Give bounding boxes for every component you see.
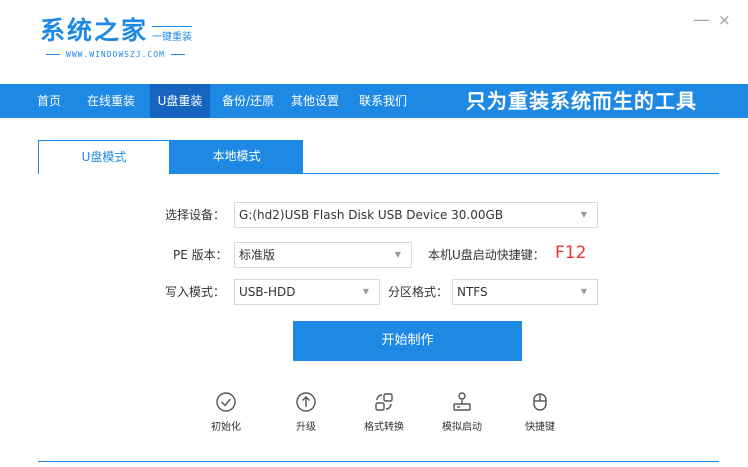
nav-bar: 首页 在线重装 U盘重装 备份/还原 其他设置 联系我们 只为重装系统而生的工具 bbox=[0, 84, 748, 118]
chevron-down-icon: ▼ bbox=[580, 210, 587, 219]
device-select-value: G:(hd2)USB Flash Disk USB Device 30.00GB bbox=[239, 208, 504, 222]
bottom-divider bbox=[38, 461, 719, 462]
check-circle-icon bbox=[216, 392, 236, 412]
tab-local-mode[interactable]: 本地模式 bbox=[170, 140, 303, 173]
app-header: 系统之家 一键重装 WWW.WINDOWSZJ.COM — × bbox=[0, 0, 748, 84]
mouse-icon bbox=[533, 393, 547, 411]
nav-item-other-settings[interactable]: 其他设置 bbox=[288, 84, 342, 118]
initialize-label: 初始化 bbox=[211, 422, 241, 433]
pe-version-value: 标准版 bbox=[239, 248, 276, 262]
chevron-down-icon: ▼ bbox=[362, 287, 369, 296]
device-select[interactable]: G:(hd2)USB Flash Disk USB Device 30.00GB… bbox=[234, 202, 598, 228]
format-convert-label: 格式转换 bbox=[364, 422, 404, 433]
nav-item-contact[interactable]: 联系我们 bbox=[356, 84, 410, 118]
write-mode-select[interactable]: USB-HDD ▼ bbox=[234, 279, 380, 305]
logo-url: WWW.WINDOWSZJ.COM bbox=[66, 50, 165, 59]
arrow-up-circle-icon bbox=[296, 392, 316, 412]
logo: 系统之家 一键重装 WWW.WINDOWSZJ.COM bbox=[40, 16, 193, 59]
logo-subtitle: 一键重装 bbox=[152, 26, 193, 43]
format-convert-button[interactable]: 格式转换 bbox=[354, 391, 414, 433]
partition-format-label: 分区格式： bbox=[388, 285, 449, 299]
pe-version-label: PE 版本： bbox=[173, 248, 228, 262]
hotkey-label-text: 快捷键 bbox=[525, 422, 555, 433]
nav-item-backup-restore[interactable]: 备份/还原 bbox=[216, 84, 280, 118]
start-button[interactable]: 开始制作 bbox=[293, 321, 522, 361]
convert-icon bbox=[375, 393, 393, 411]
chevron-down-icon: ▼ bbox=[394, 250, 401, 259]
partition-format-value: NTFS bbox=[457, 285, 488, 299]
close-button[interactable]: × bbox=[718, 12, 731, 29]
device-label: 选择设备： bbox=[165, 208, 226, 222]
nav-item-online-reinstall[interactable]: 在线重装 bbox=[82, 84, 140, 118]
hotkey-label: 本机U盘启动快捷键： bbox=[428, 248, 545, 262]
slogan: 只为重装系统而生的工具 bbox=[466, 89, 697, 113]
simulate-boot-button[interactable]: 模拟启动 bbox=[432, 391, 492, 433]
nav-item-home[interactable]: 首页 bbox=[32, 84, 66, 118]
pe-version-select[interactable]: 标准版 ▼ bbox=[234, 242, 412, 268]
upgrade-button[interactable]: 升级 bbox=[276, 391, 336, 433]
upgrade-label: 升级 bbox=[296, 422, 316, 433]
initialize-button[interactable]: 初始化 bbox=[196, 391, 256, 433]
chevron-down-icon: ▼ bbox=[580, 287, 587, 296]
minimize-button[interactable]: — bbox=[693, 12, 710, 29]
write-mode-value: USB-HDD bbox=[239, 285, 296, 299]
joystick-icon bbox=[453, 392, 471, 411]
tab-usb-mode[interactable]: U盘模式 bbox=[38, 140, 170, 174]
logo-title: 系统之家 bbox=[40, 16, 149, 45]
hotkey-value: F12 bbox=[555, 243, 587, 263]
simulate-boot-label: 模拟启动 bbox=[442, 422, 482, 433]
write-mode-label: 写入模式： bbox=[165, 285, 226, 299]
hotkey-button[interactable]: 快捷键 bbox=[510, 391, 570, 433]
partition-format-select[interactable]: NTFS ▼ bbox=[452, 279, 598, 305]
nav-item-usb-reinstall[interactable]: U盘重装 bbox=[150, 84, 210, 118]
